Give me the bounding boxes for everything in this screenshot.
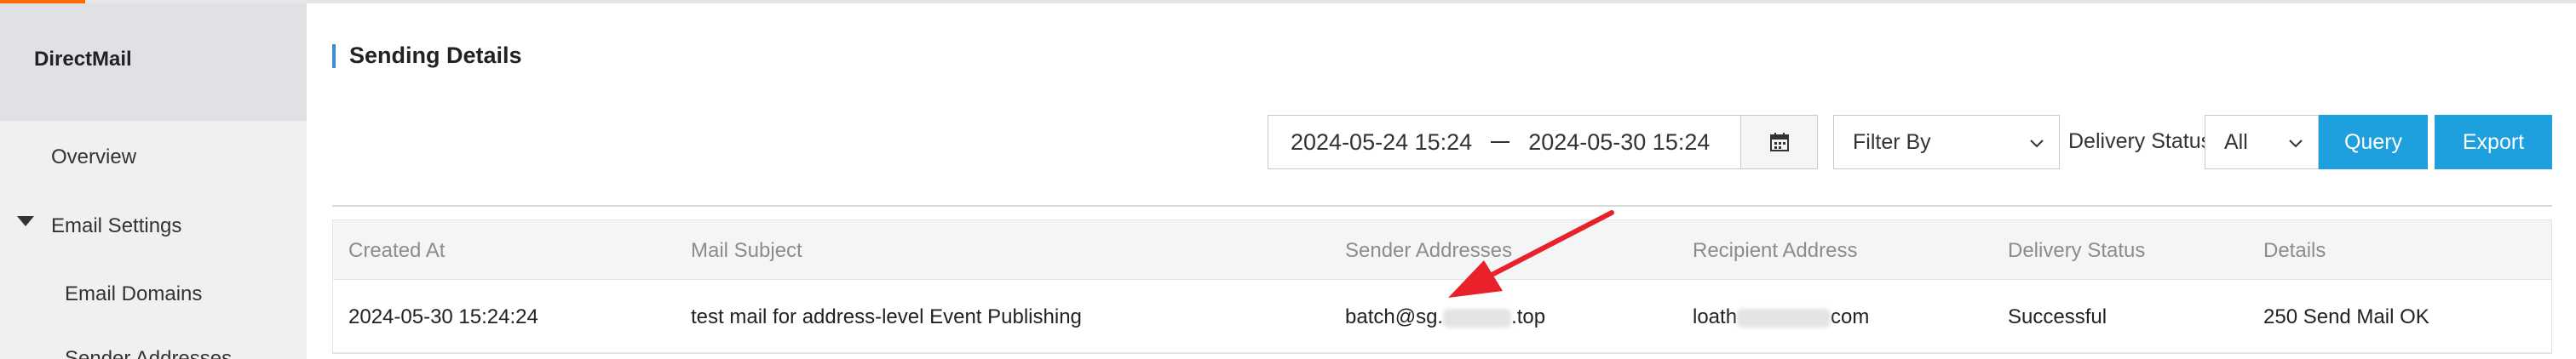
cell-delivery-status: Successful [2008,305,2107,328]
column-header-created-at: Created At [348,239,446,262]
sidebar-item-email-settings[interactable]: Email Settings [51,214,181,238]
delivery-status-select[interactable]: All [2205,115,2319,169]
chevron-down-icon [2289,140,2303,148]
column-header-mail-subject: Mail Subject [691,239,802,262]
filter-by-value: Filter By [1853,129,1931,154]
sidebar-item-email-domains[interactable]: Email Domains [65,282,202,306]
redacted-blur [1443,308,1512,328]
query-button[interactable]: Query [2319,115,2428,169]
filter-by-select[interactable]: Filter By [1833,115,2060,169]
date-range-picker[interactable]: 2024-05-24 15:24 2024-05-30 15:24 [1268,115,1818,169]
delivery-status-value: All [2224,129,2248,154]
date-separator [1491,141,1510,143]
table-row: 2024-05-30 15:24:24 test mail for addres… [333,280,2551,353]
brand-title: DirectMail [34,48,132,71]
column-header-recipient-address: Recipient Address [1693,239,1858,262]
date-to[interactable]: 2024-05-30 15:24 [1528,129,1710,156]
title-accent-bar [332,44,336,68]
section-divider [332,205,2552,207]
delivery-status-label: Delivery Status [2068,129,2212,153]
cell-mail-subject: test mail for address-level Event Publis… [691,305,1082,328]
sender-prefix: batch@sg. [1345,305,1444,328]
redacted-blur [1737,308,1831,328]
top-edge [0,0,2576,3]
recipient-suffix: com [1831,305,1870,328]
column-header-sender-addresses: Sender Addresses [1345,239,1513,262]
cell-details: 250 Send Mail OK [2263,305,2429,328]
sidebar-item-sender-addresses[interactable]: Sender Addresses [65,347,232,359]
export-button[interactable]: Export [2435,115,2552,169]
table-header: Created At Mail Subject Sender Addresses… [333,220,2551,280]
sidebar: DirectMail Overview Email Settings Email… [0,3,307,359]
caret-down-icon[interactable] [17,216,34,226]
cell-created-at: 2024-05-30 15:24:24 [348,305,538,328]
recipient-prefix: loath [1693,305,1738,328]
calendar-button[interactable] [1740,116,1817,168]
sending-details-table: Created At Mail Subject Sender Addresses… [332,219,2552,354]
sidebar-brand: DirectMail [0,3,307,121]
column-header-delivery-status: Delivery Status [2008,239,2146,262]
cell-sender-address: batch@sg. .top [1345,305,1545,329]
chevron-down-icon [2030,140,2044,148]
page-title: Sending Details [349,43,522,68]
calendar-icon [1769,133,1789,151]
cell-recipient-address: loath com [1693,305,1869,329]
column-header-details: Details [2263,239,2326,262]
date-from[interactable]: 2024-05-24 15:24 [1291,129,1472,156]
sidebar-item-overview[interactable]: Overview [51,145,136,169]
sender-suffix: .top [1511,305,1546,328]
